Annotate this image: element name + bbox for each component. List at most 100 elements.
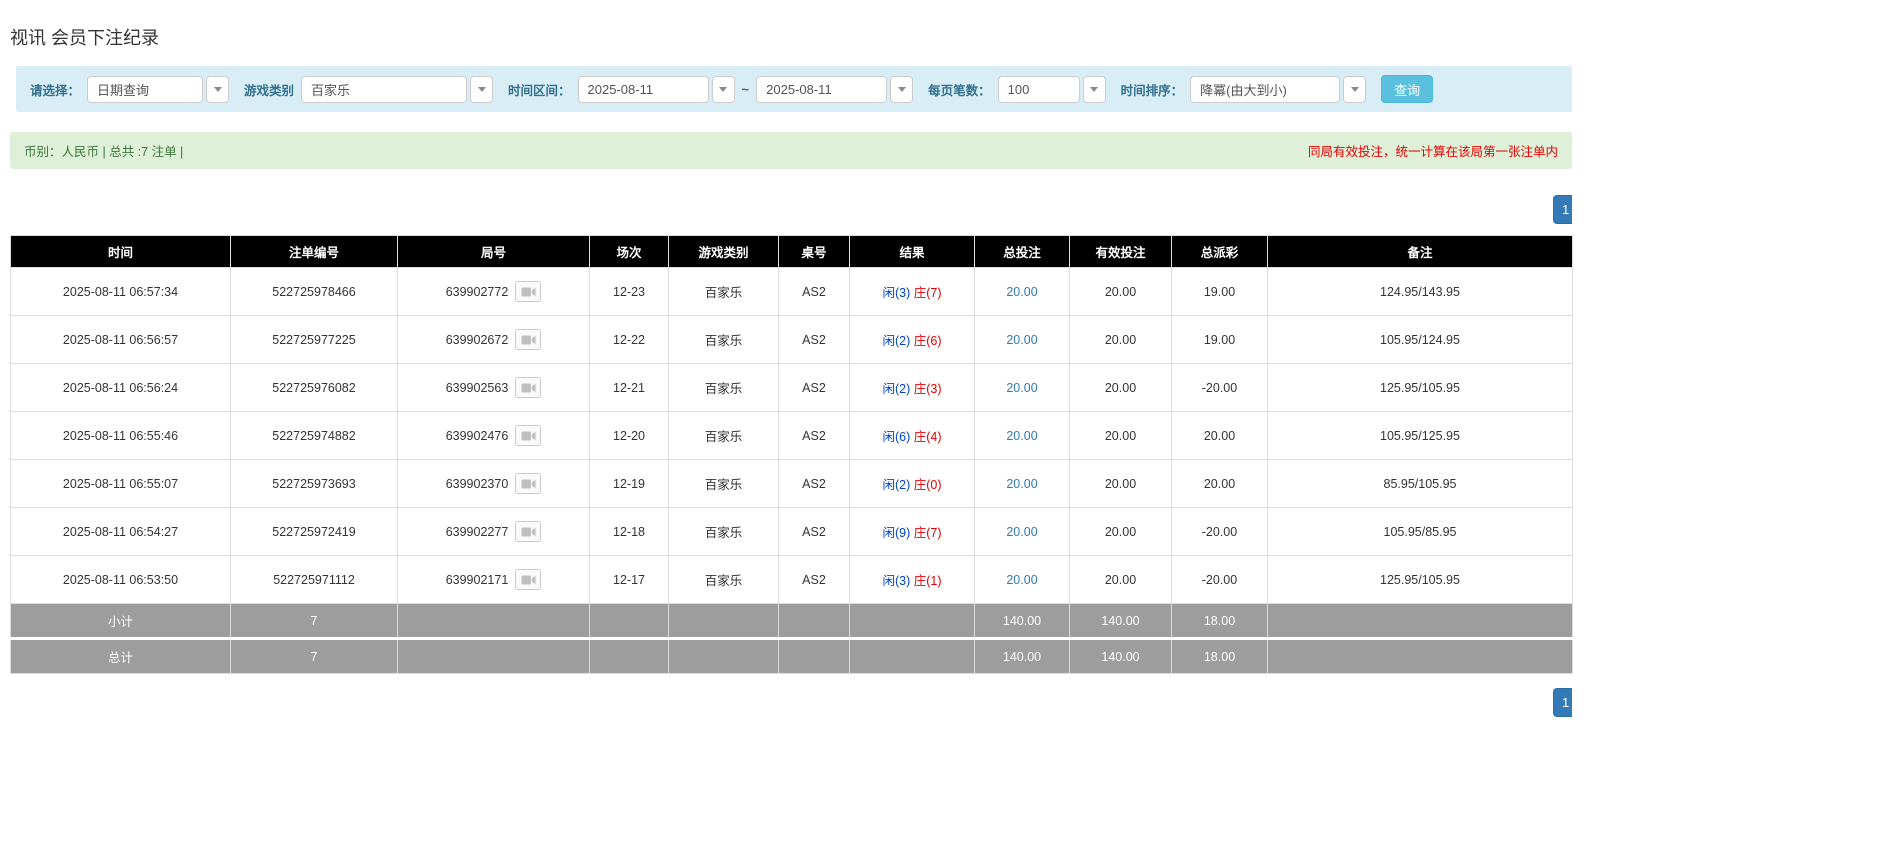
- search-button[interactable]: 查询: [1381, 75, 1433, 103]
- result-player: 闲(9): [882, 526, 910, 540]
- video-replay-icon: [521, 430, 536, 442]
- cell-valid-bet: 20.00: [1070, 412, 1172, 460]
- cell-note: 105.95/85.95: [1268, 508, 1573, 556]
- column-header: 结果: [850, 236, 975, 268]
- total-row-cell-result: [850, 639, 975, 674]
- video-replay-icon: [521, 286, 536, 298]
- total-bet-link[interactable]: 20.00: [1006, 573, 1037, 587]
- subtotal-row-cell-note: [1268, 604, 1573, 639]
- round-replay-button[interactable]: [515, 425, 541, 446]
- total-row: 总计7 140.00140.0018.00: [11, 639, 1573, 674]
- page-number-button[interactable]: 1: [1553, 195, 1572, 224]
- chevron-down-icon: [1351, 87, 1359, 92]
- sort-order-caret-button[interactable]: [1343, 76, 1366, 103]
- date-from-caret-button[interactable]: [712, 76, 735, 103]
- round-id-group: 639902277: [402, 521, 585, 542]
- video-replay-icon: [521, 526, 536, 538]
- date-type-caret-button[interactable]: [206, 76, 229, 103]
- cell-bet-id: 522725976082: [231, 364, 398, 412]
- total-bet-link[interactable]: 20.00: [1006, 429, 1037, 443]
- cell-round-id: 639902772: [398, 268, 590, 316]
- result-banker: 庄(7): [910, 526, 941, 540]
- chevron-down-icon: [478, 87, 486, 92]
- date-from-input[interactable]: [578, 76, 709, 103]
- game-type-label: 游戏类别: [244, 80, 294, 99]
- date-to-input[interactable]: [756, 76, 887, 103]
- round-replay-button[interactable]: [515, 329, 541, 350]
- cell-round-id: 639902563: [398, 364, 590, 412]
- sort-order-label: 时间排序：: [1121, 80, 1184, 99]
- round-id-text: 639902476: [446, 429, 509, 443]
- column-header: 时间: [11, 236, 231, 268]
- cell-bet-id: 522725974882: [231, 412, 398, 460]
- total-bet-link[interactable]: 20.00: [1006, 333, 1037, 347]
- subtotal-row-cell-count: 7: [231, 604, 398, 639]
- round-replay-button[interactable]: [515, 569, 541, 590]
- page-size-select: [998, 76, 1106, 103]
- total-row-cell-game-type: [669, 639, 779, 674]
- cell-table-no: AS2: [779, 508, 850, 556]
- column-header: 注单编号: [231, 236, 398, 268]
- result-banker: 庄(3): [910, 382, 941, 396]
- result-player: 闲(6): [882, 430, 910, 444]
- page-number-button[interactable]: 1: [1553, 688, 1572, 717]
- result-player: 闲(2): [882, 382, 910, 396]
- chevron-down-icon: [214, 87, 222, 92]
- cell-bet-id: 522725973693: [231, 460, 398, 508]
- round-id-group: 639902370: [402, 473, 585, 494]
- round-replay-button[interactable]: [515, 473, 541, 494]
- round-replay-button[interactable]: [515, 377, 541, 398]
- cell-table-no: AS2: [779, 364, 850, 412]
- cell-bet-id: 522725971112: [231, 556, 398, 604]
- cell-game-type: 百家乐: [669, 508, 779, 556]
- cell-table-no: AS2: [779, 556, 850, 604]
- subtotal-row-cell-table-no: [779, 604, 850, 639]
- cell-valid-bet: 20.00: [1070, 316, 1172, 364]
- subtotal-row-cell-round-id: [398, 604, 590, 639]
- cell-payout: 19.00: [1172, 316, 1268, 364]
- date-type-input[interactable]: [87, 76, 203, 103]
- cell-session: 12-22: [590, 316, 669, 364]
- round-id-text: 639902277: [446, 525, 509, 539]
- column-header: 总派彩: [1172, 236, 1268, 268]
- total-bet-link[interactable]: 20.00: [1006, 477, 1037, 491]
- total-bet-link[interactable]: 20.00: [1006, 381, 1037, 395]
- cell-time: 2025-08-11 06:53:50: [11, 556, 231, 604]
- table-footer: 小计7 140.00140.0018.00 总计7 140.00140.0018…: [11, 604, 1573, 674]
- round-id-text: 639902672: [446, 333, 509, 347]
- round-replay-button[interactable]: [515, 521, 541, 542]
- table-row: 2025-08-11 06:55:07522725973693639902370…: [11, 460, 1573, 508]
- game-type-caret-button[interactable]: [470, 76, 493, 103]
- cell-note: 124.95/143.95: [1268, 268, 1573, 316]
- column-header: 总投注: [975, 236, 1070, 268]
- page-size-caret-button[interactable]: [1083, 76, 1106, 103]
- sort-order-input[interactable]: [1190, 76, 1340, 103]
- result-banker: 庄(0): [910, 478, 941, 492]
- table-body: 2025-08-11 06:57:34522725978466639902772…: [11, 268, 1573, 604]
- total-bet-link[interactable]: 20.00: [1006, 525, 1037, 539]
- round-replay-button[interactable]: [515, 281, 541, 302]
- cell-time: 2025-08-11 06:55:07: [11, 460, 231, 508]
- cell-game-type: 百家乐: [669, 556, 779, 604]
- cell-time: 2025-08-11 06:56:24: [11, 364, 231, 412]
- column-header: 有效投注: [1070, 236, 1172, 268]
- video-replay-icon: [521, 574, 536, 586]
- cell-result: 闲(2) 庄(3): [850, 364, 975, 412]
- date-to-caret-button[interactable]: [890, 76, 913, 103]
- round-id-group: 639902672: [402, 329, 585, 350]
- cell-note: 105.95/125.95: [1268, 412, 1573, 460]
- total-bet-link[interactable]: 20.00: [1006, 285, 1037, 299]
- cell-valid-bet: 20.00: [1070, 556, 1172, 604]
- table-row: 2025-08-11 06:56:24522725976082639902563…: [11, 364, 1573, 412]
- pagination-bottom: 1: [10, 688, 1572, 717]
- game-type-input[interactable]: [301, 76, 467, 103]
- currency-total-summary: 币别：人民币 | 总共 :7 注单 |: [24, 141, 183, 160]
- cell-note: 125.95/105.95: [1268, 364, 1573, 412]
- column-header: 局号: [398, 236, 590, 268]
- select-type-label: 请选择：: [30, 80, 80, 99]
- subtotal-row-cell-result: [850, 604, 975, 639]
- cell-result: 闲(3) 庄(1): [850, 556, 975, 604]
- column-header: 场次: [590, 236, 669, 268]
- cell-session: 12-21: [590, 364, 669, 412]
- page-size-input[interactable]: [998, 76, 1080, 103]
